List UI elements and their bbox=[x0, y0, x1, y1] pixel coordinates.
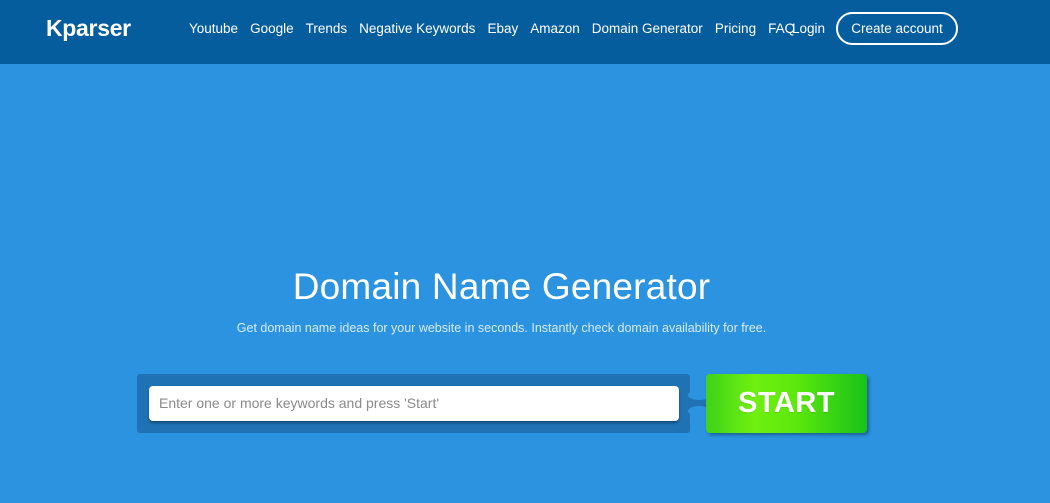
nav-link-pricing[interactable]: Pricing bbox=[715, 20, 756, 38]
nav-link-ebay[interactable]: Ebay bbox=[487, 20, 518, 38]
page-subtitle: Get domain name ideas for your website i… bbox=[236, 321, 767, 335]
nav-link-google[interactable]: Google bbox=[250, 20, 294, 38]
page-title: Domain Name Generator bbox=[292, 266, 711, 307]
nav-link-youtube[interactable]: Youtube bbox=[189, 20, 238, 38]
nav-link-negative-keywords[interactable]: Negative Keywords bbox=[359, 20, 475, 38]
brand-logo[interactable]: Kparser bbox=[46, 15, 131, 42]
login-link[interactable]: Login bbox=[792, 20, 825, 38]
create-account-button[interactable]: Create account bbox=[836, 12, 958, 45]
search-frame bbox=[137, 374, 690, 433]
nav-link-amazon[interactable]: Amazon bbox=[530, 20, 580, 38]
keywords-input[interactable] bbox=[149, 386, 679, 421]
top-navbar: Kparser Youtube Google Trends Negative K… bbox=[0, 0, 1050, 64]
nav-link-trends[interactable]: Trends bbox=[306, 20, 348, 38]
main-nav: Youtube Google Trends Negative Keywords … bbox=[189, 20, 807, 38]
start-button[interactable]: START bbox=[706, 374, 867, 433]
nav-link-domain-generator[interactable]: Domain Generator bbox=[592, 20, 703, 38]
